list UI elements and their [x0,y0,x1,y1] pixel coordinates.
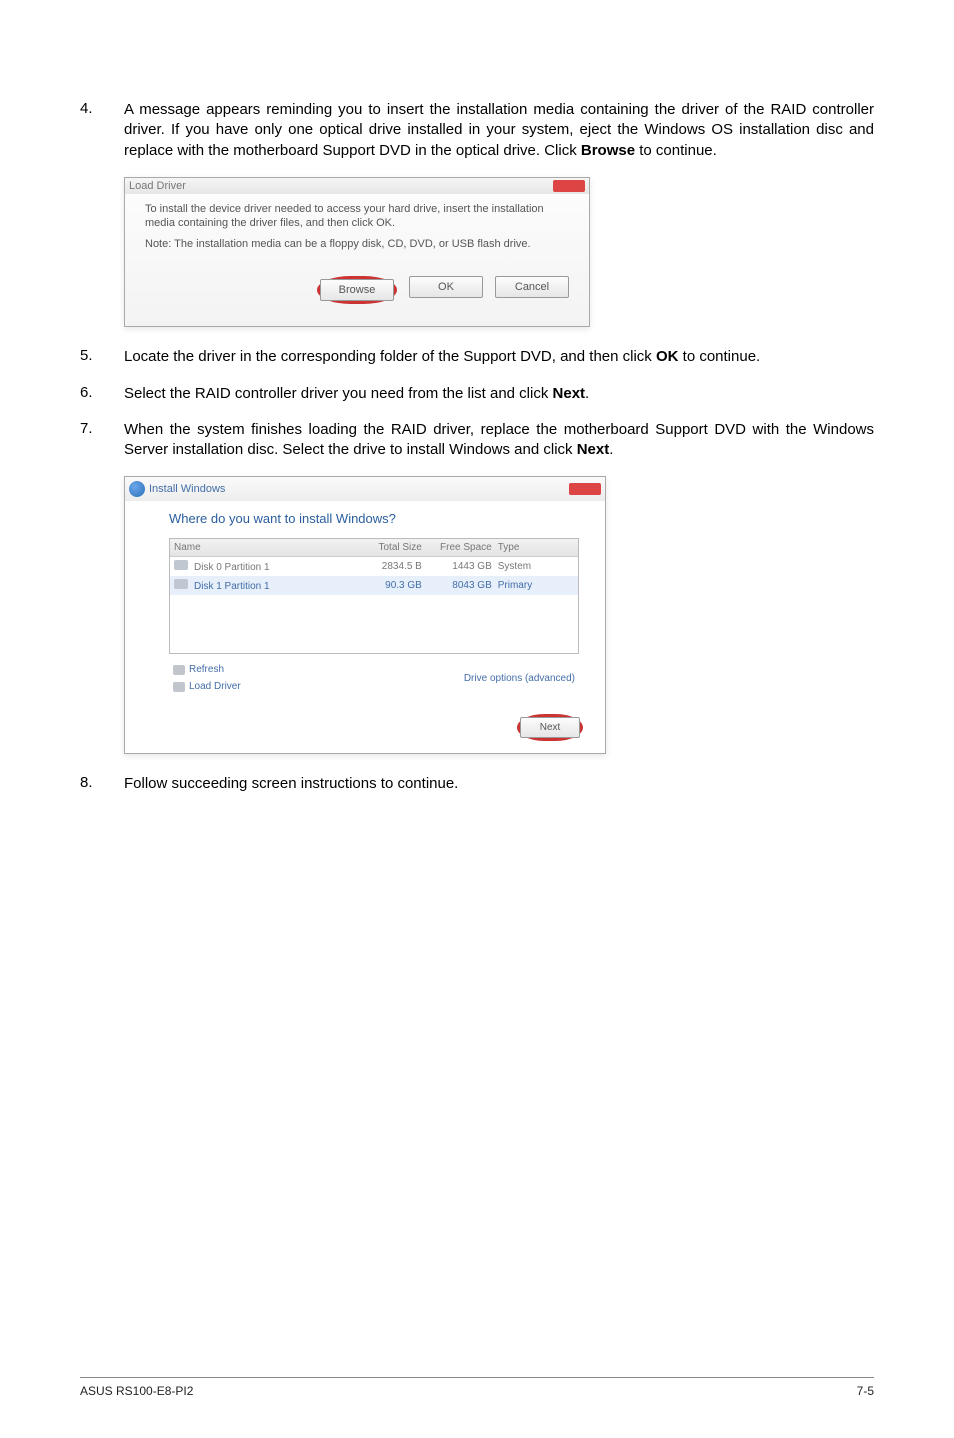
load-driver-titlebar: Load Driver [125,178,589,194]
step4-bold: Browse [581,142,635,159]
step5-text-b: to continue. [678,348,760,365]
step6-text-b: . [585,385,589,402]
disk-row-1[interactable]: Disk 1 Partition 1 90.3 GB 8043 GB Prima… [170,576,578,595]
install-tabtitle: Install Windows [149,483,225,495]
next-button[interactable]: Next [520,717,580,738]
header-free[interactable]: Free Space [422,542,492,553]
step6-text-a: Select the RAID controller driver you ne… [124,385,553,402]
step-text-8: Follow succeeding screen instructions to… [124,774,874,794]
step6-bold: Next [553,385,586,402]
install-topbar: Install Windows [125,477,605,501]
refresh-icon [173,665,185,675]
row0-free: 1443 GB [422,561,492,572]
close-icon[interactable] [553,180,585,192]
load-driver-line1: To install the device driver needed to a… [145,202,569,231]
install-heading: Where do you want to install Windows? [169,511,579,526]
header-type[interactable]: Type [492,542,574,553]
load-label: Load Driver [189,681,241,692]
row1-size: 90.3 GB [352,580,422,591]
row0-name: Disk 0 Partition 1 [194,562,270,573]
step8-text-a: Follow succeeding screen instructions to… [124,775,458,792]
load-driver-line2: Note: The installation media can be a fl… [145,238,569,250]
step-text-6: Select the RAID controller driver you ne… [124,384,874,404]
footer-left: ASUS RS100-E8-PI2 [80,1384,193,1398]
step5-text-a: Locate the driver in the corresponding f… [124,348,656,365]
footer-right: 7-5 [857,1384,874,1398]
step5-bold: OK [656,348,679,365]
step4-text-a: A message appears reminding you to inser… [124,101,874,159]
install-windows-dialog: Install Windows Where do you want to ins… [124,476,606,754]
step-num-7: 7. [80,420,124,461]
disk-list-pane: Name Total Size Free Space Type Disk 0 P… [169,538,579,654]
step-num-6: 6. [80,384,124,404]
refresh-label: Refresh [189,664,224,675]
row0-size: 2834.5 B [352,561,422,572]
ok-button[interactable]: OK [409,276,483,298]
row1-free: 8043 GB [422,580,492,591]
step7-text-a: When the system finishes loading the RAI… [124,421,874,458]
disk-icon [174,560,188,570]
header-name[interactable]: Name [174,542,352,553]
row0-type: System [492,561,574,572]
browse-button[interactable]: Browse [320,279,394,301]
drive-options-link[interactable]: Drive options (advanced) [464,664,575,692]
step7-bold: Next [577,441,610,458]
step-text-4: A message appears reminding you to inser… [124,100,874,161]
highlight-circle-browse: Browse [317,276,397,304]
step-text-5: Locate the driver in the corresponding f… [124,347,874,367]
step-num-5: 5. [80,347,124,367]
disk-icon [174,579,188,589]
load-icon [173,682,185,692]
highlight-circle-next: Next [517,714,583,741]
disk-row-0[interactable]: Disk 0 Partition 1 2834.5 B 1443 GB Syst… [170,557,578,576]
step4-text-b: to continue. [635,142,717,159]
load-driver-link[interactable]: Load Driver [173,681,241,692]
row1-name: Disk 1 Partition 1 [194,581,270,592]
header-size[interactable]: Total Size [352,542,422,553]
back-icon[interactable] [129,481,145,497]
advanced-label: Drive options (advanced) [464,673,575,684]
step-num-8: 8. [80,774,124,794]
cancel-button[interactable]: Cancel [495,276,569,298]
refresh-link[interactable]: Refresh [173,664,241,675]
step7-text-b: . [609,441,613,458]
close-icon[interactable] [569,483,601,495]
load-driver-dialog: Load Driver To install the device driver… [124,177,590,328]
step-text-7: When the system finishes loading the RAI… [124,420,874,461]
step-num-4: 4. [80,100,124,161]
load-driver-title: Load Driver [129,180,186,192]
row1-type: Primary [492,580,574,591]
